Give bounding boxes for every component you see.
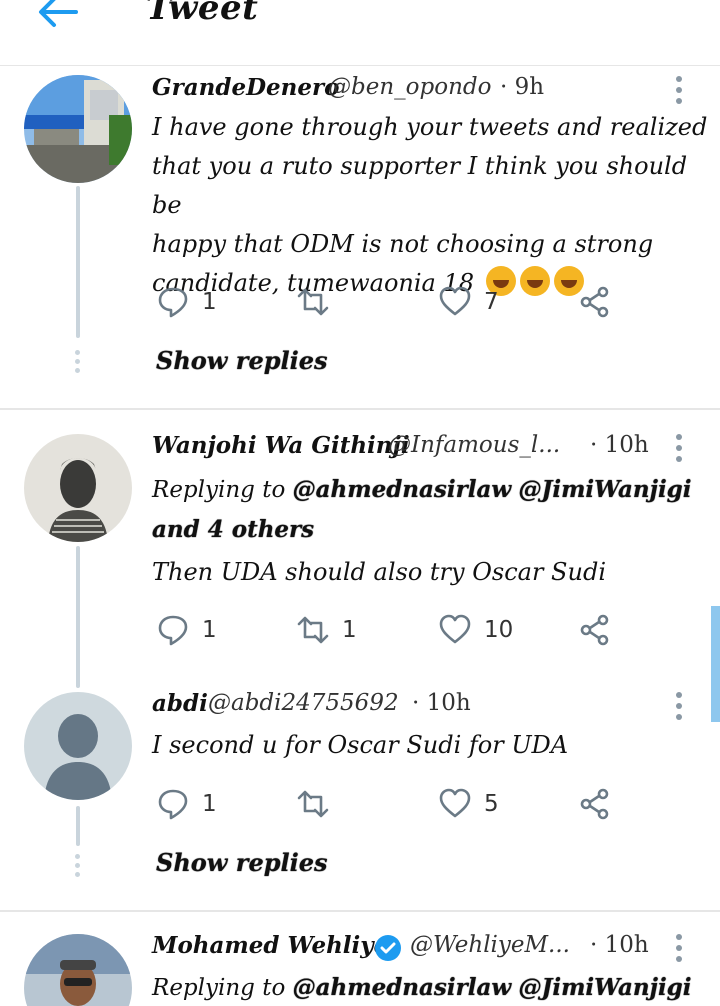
more-options-icon[interactable] — [676, 692, 684, 725]
show-replies-link[interactable]: Show replies — [156, 848, 328, 877]
mention-link[interactable]: @JimiWanjigi — [518, 476, 691, 503]
back-arrow-icon[interactable] — [36, 0, 80, 32]
avatar[interactable] — [24, 75, 132, 183]
share-icon — [580, 788, 609, 820]
avatar[interactable] — [24, 692, 132, 800]
heart-icon — [439, 788, 471, 818]
display-name[interactable]: Wanjohi Wa Githinji — [152, 432, 410, 459]
replying-to-label: Replying to — [152, 477, 286, 503]
avatar[interactable] — [24, 934, 132, 1006]
replying-to: Replying to @ahmednasirlaw @JimiWanjigi … — [152, 470, 692, 550]
thread-line — [76, 186, 80, 338]
mention-link[interactable]: @ahmednasirlaw — [293, 476, 512, 503]
user-handle[interactable]: @abdi24755692 — [208, 690, 399, 716]
heart-icon — [439, 286, 471, 316]
timestamp[interactable]: · 10h — [412, 690, 471, 716]
retweet-button[interactable] — [296, 284, 342, 320]
retweet-icon — [297, 616, 329, 644]
reply-icon — [158, 615, 188, 646]
retweet-icon — [297, 288, 329, 316]
retweet-button[interactable]: 1 — [296, 612, 357, 648]
avatar[interactable] — [24, 434, 132, 542]
user-handle[interactable]: @Infamous_l... — [388, 432, 560, 458]
show-replies-link[interactable]: Show replies — [156, 346, 328, 375]
timestamp[interactable]: · 9h — [500, 74, 544, 100]
user-handle[interactable]: @WehliyeM... — [410, 932, 570, 958]
reply-icon — [158, 287, 188, 318]
display-name[interactable]: Mohamed Wehliye — [152, 932, 388, 959]
tweet-text: I have gone through your tweets and real… — [152, 108, 720, 303]
reply-button[interactable]: 1 — [156, 612, 217, 648]
reply-count: 1 — [202, 289, 217, 315]
retweet-icon — [297, 790, 329, 818]
thread-ellipsis — [75, 854, 81, 881]
display-name[interactable]: abdi — [152, 690, 208, 717]
divider — [0, 408, 720, 410]
like-button[interactable]: 7 — [438, 284, 499, 320]
mention-link[interactable]: @ahmednasirlaw — [293, 974, 512, 1001]
tweet-text-line: happy that ODM is not choosing a strong — [152, 230, 654, 258]
heart-icon — [439, 614, 471, 644]
thread-line — [76, 806, 80, 846]
like-button[interactable]: 10 — [438, 612, 513, 648]
display-name[interactable]: GrandeDenero — [152, 74, 340, 101]
timestamp[interactable]: · 10h — [590, 432, 649, 458]
tweet-text: I second u for Oscar Sudi for UDA — [152, 731, 569, 759]
replying-to-label: Replying to — [152, 975, 286, 1001]
others-link[interactable]: and 4 others — [152, 516, 314, 543]
mention-link[interactable]: @JimiWanjigi — [518, 974, 691, 1001]
more-options-icon[interactable] — [676, 934, 684, 967]
user-handle[interactable]: @ben_opondo — [328, 74, 491, 100]
thread-line — [76, 546, 80, 688]
page-title: Tweet — [146, 0, 259, 28]
like-button[interactable]: 5 — [438, 786, 499, 822]
divider — [0, 910, 720, 912]
tweet-text: Then UDA should also try Oscar Sudi — [152, 558, 606, 586]
laughing-emoji-icon — [519, 266, 550, 296]
scrollbar-thumb[interactable] — [711, 606, 720, 722]
like-count: 7 — [484, 289, 499, 315]
verified-badge-icon — [374, 934, 402, 962]
share-icon — [580, 286, 609, 318]
share-button[interactable] — [578, 612, 612, 648]
thread-ellipsis — [75, 350, 81, 377]
share-button[interactable] — [578, 284, 612, 320]
timestamp[interactable]: · 10h — [590, 932, 649, 958]
more-options-icon[interactable] — [676, 76, 684, 109]
share-icon — [580, 614, 609, 646]
reply-button[interactable]: 1 — [156, 786, 217, 822]
reply-button[interactable]: 1 — [156, 284, 217, 320]
tweet-text-line: that you a ruto supporter I think you sh… — [152, 152, 688, 219]
like-count: 10 — [484, 617, 514, 643]
retweet-button[interactable] — [296, 786, 342, 822]
replying-to: Replying to @ahmednasirlaw @JimiWanjigi — [152, 968, 692, 1006]
top-bar: Tweet — [0, 0, 720, 66]
more-options-icon[interactable] — [676, 434, 684, 467]
like-count: 5 — [484, 791, 499, 817]
reply-count: 1 — [202, 617, 217, 643]
retweet-count: 1 — [342, 617, 357, 643]
share-button[interactable] — [578, 786, 612, 822]
reply-icon — [158, 789, 188, 820]
reply-count: 1 — [202, 791, 217, 817]
tweet-text-line: I have gone through your tweets and real… — [152, 113, 708, 141]
